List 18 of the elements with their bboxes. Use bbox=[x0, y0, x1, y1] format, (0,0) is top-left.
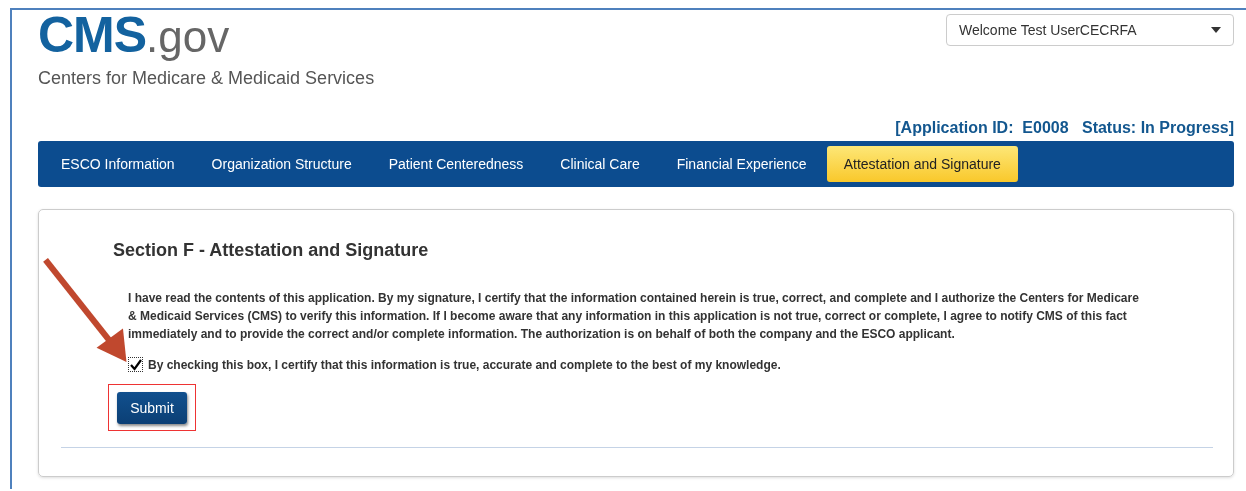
nav-tab[interactable]: Clinical Care bbox=[543, 146, 657, 182]
submit-button[interactable]: Submit bbox=[117, 391, 187, 424]
agency-name: Centers for Medicare & Medicaid Services bbox=[38, 68, 375, 89]
nav-tab[interactable]: Patient Centeredness bbox=[371, 146, 541, 182]
nav-tab[interactable]: Attestation and Signature bbox=[826, 146, 1018, 182]
nav-tab[interactable]: Financial Experience bbox=[659, 146, 824, 182]
caret-icon bbox=[1211, 27, 1221, 33]
attestation-statement: I have read the contents of this application. By my signature, I certify that the information contained herein is true, correct, and complete and I authorize the Centers for Medicare & Medicaid Services (CMS) to verify this information. If I become aware that any information in this application is not true, correct or complete, I agree to notify CMS of this fact immediately and to provide the correct and/or complete information. The authorization is on behalf of both the company and the ESCO applicant. bbox=[128, 290, 1140, 343]
logo-wordmark: CMS bbox=[38, 7, 147, 63]
logo-domain: .gov bbox=[146, 12, 230, 61]
check-icon bbox=[129, 358, 142, 371]
certify-checkbox[interactable] bbox=[128, 357, 143, 372]
certify-label: By checking this box, I certify that this information is true, accurate and complete to the best of my knowledge. bbox=[148, 357, 781, 372]
nav-tab[interactable]: Organization Structure bbox=[194, 146, 369, 182]
user-menu-dropdown[interactable]: Welcome Test UserCECRFA bbox=[946, 14, 1234, 46]
application-status: [Application ID: E0008 Status: In Progress] bbox=[894, 119, 1234, 137]
nav-tab[interactable]: ESCO Information bbox=[44, 146, 192, 182]
section-title: Section F - Attestation and Signature bbox=[113, 240, 430, 261]
